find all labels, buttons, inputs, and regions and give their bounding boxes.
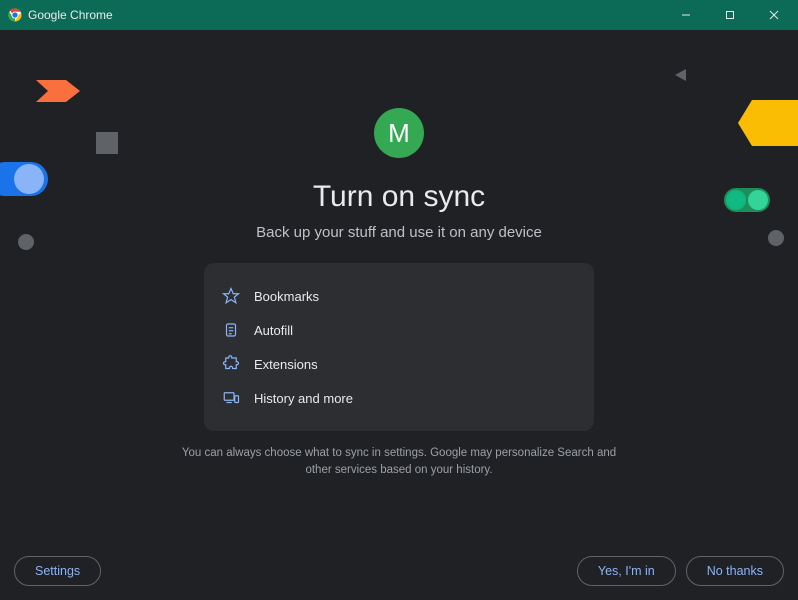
sync-item-bookmarks: Bookmarks bbox=[222, 279, 576, 313]
settings-button[interactable]: Settings bbox=[14, 556, 101, 586]
sync-item-label: History and more bbox=[254, 391, 353, 406]
sync-item-extensions: Extensions bbox=[222, 347, 576, 381]
minimize-button[interactable] bbox=[664, 0, 708, 30]
page-subtitle: Back up your stuff and use it on any dev… bbox=[256, 224, 542, 241]
window-controls bbox=[664, 0, 796, 30]
chrome-icon bbox=[8, 8, 22, 22]
titlebar-left: Google Chrome bbox=[8, 8, 113, 22]
footer-right: Yes, I'm in No thanks bbox=[577, 556, 784, 586]
sync-item-history: History and more bbox=[222, 381, 576, 415]
window-title: Google Chrome bbox=[28, 8, 113, 22]
clipboard-icon bbox=[222, 321, 240, 339]
sync-item-autofill: Autofill bbox=[222, 313, 576, 347]
sync-item-label: Extensions bbox=[254, 357, 318, 372]
main-column: M Turn on sync Back up your stuff and us… bbox=[0, 90, 798, 480]
disclaimer-text: You can always choose what to sync in se… bbox=[179, 445, 619, 480]
content-area: M Turn on sync Back up your stuff and us… bbox=[0, 30, 798, 600]
sync-item-label: Bookmarks bbox=[254, 289, 319, 304]
sync-item-label: Autofill bbox=[254, 323, 293, 338]
confirm-button[interactable]: Yes, I'm in bbox=[577, 556, 676, 586]
star-icon bbox=[222, 287, 240, 305]
page-title: Turn on sync bbox=[313, 180, 485, 214]
titlebar: Google Chrome bbox=[0, 0, 798, 30]
sync-items-card: Bookmarks Autofill Extensions History an… bbox=[204, 263, 594, 431]
avatar: M bbox=[374, 108, 424, 158]
maximize-button[interactable] bbox=[708, 0, 752, 30]
devices-icon bbox=[222, 389, 240, 407]
decor-triangle-icon bbox=[672, 66, 690, 89]
footer: Settings Yes, I'm in No thanks bbox=[0, 556, 798, 586]
decline-button[interactable]: No thanks bbox=[686, 556, 784, 586]
close-button[interactable] bbox=[752, 0, 796, 30]
avatar-initial: M bbox=[388, 118, 410, 149]
puzzle-icon bbox=[222, 355, 240, 373]
